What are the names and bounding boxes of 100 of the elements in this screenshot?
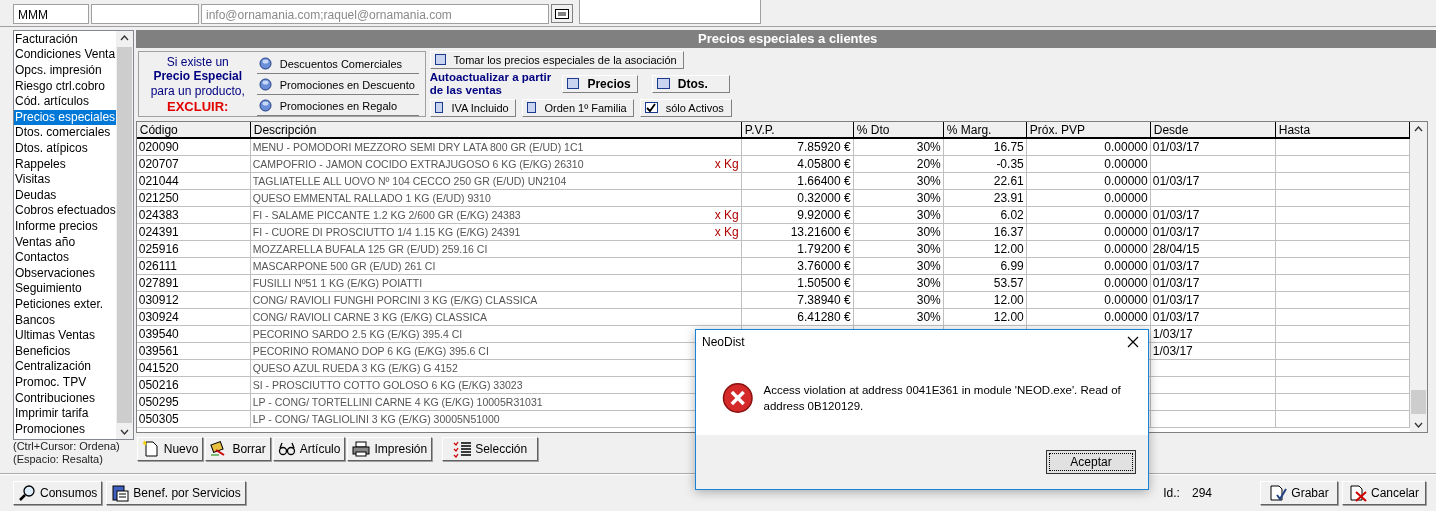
table-cell: 030924	[136, 308, 251, 326]
option-button[interactable]: Promociones en Regalo	[256, 96, 419, 116]
table-cell: 6.02	[943, 206, 1027, 224]
sidebar-item[interactable]: Cobros efectuados	[14, 203, 116, 219]
table-cell: 050295	[136, 393, 251, 411]
checkbox-button[interactable]: IVA Incluido	[429, 98, 516, 117]
checkbox-button[interactable]: Dtos.	[651, 74, 730, 93]
panel-title-bar: Precios especiales a clientes	[135, 29, 1436, 48]
scroll-thumb[interactable]	[116, 46, 132, 423]
text-field[interactable]	[91, 4, 199, 24]
id-value: 294	[1191, 486, 1212, 501]
sidebar-item[interactable]: Dtos. comerciales	[14, 125, 116, 142]
sidebar-item[interactable]: Visitas	[14, 172, 116, 188]
table-cell: 030912	[136, 291, 251, 309]
sidebar-item[interactable]: Informe precios	[14, 219, 116, 235]
document-check-icon	[1269, 484, 1288, 503]
column-header[interactable]: Desde	[1150, 121, 1276, 139]
table-cell: 6.41280 €	[741, 308, 854, 326]
sidebar-item[interactable]: Contactos	[14, 250, 116, 266]
table-cell: 30%	[853, 240, 944, 258]
sidebar-item[interactable]: Promociones	[14, 421, 116, 438]
cancel-button[interactable]: Cancelar	[1342, 481, 1426, 506]
memo-field[interactable]	[579, 0, 761, 24]
sidebar-item[interactable]: Riesgo ctrl.cobro	[14, 78, 116, 95]
email-button[interactable]	[551, 4, 573, 23]
sidebar-item[interactable]: Deudas	[14, 187, 116, 204]
sidebar-item[interactable]: Contribuciones	[14, 390, 116, 407]
sidebar-item[interactable]: Centralización	[14, 359, 116, 375]
sidebar-item[interactable]: Precios especiales	[14, 109, 116, 126]
sidebar-item[interactable]: Facturación	[14, 31, 116, 48]
table-cell: 12.00	[943, 291, 1027, 309]
id-label: Id.:	[1163, 486, 1180, 501]
table-cell: 039540	[136, 325, 251, 343]
scroll-thumb[interactable]	[1410, 389, 1426, 414]
sidebar-item[interactable]: Condiciones Venta	[14, 47, 116, 64]
autoupdate-label: Autoactualizar a partir de las ventas	[429, 70, 553, 97]
table-cell: 01/03/17	[1150, 257, 1276, 275]
sidebar-item[interactable]: Ventas año	[14, 234, 116, 251]
description-text: FI - SALAME PICCANTE 1.2 KG 2/600 GR (E/KG) 24383	[252, 207, 521, 222]
action-button[interactable]: Nuevo	[136, 436, 204, 461]
save-button[interactable]: Grabar	[1260, 481, 1338, 506]
table-cell: 026111	[136, 257, 251, 275]
option-button[interactable]: Descuentos Comerciales	[256, 54, 419, 74]
action-button[interactable]: Selección	[442, 436, 539, 461]
ok-button[interactable]: Aceptar	[1046, 450, 1136, 474]
description-text: TAGLIATELLE ALL UOVO Nº 104 CECCO 250 GR (E/UD) UN2104	[252, 173, 567, 188]
sidebar-item[interactable]: Peticiones exter.	[14, 297, 116, 313]
column-header[interactable]: Código	[136, 121, 251, 139]
checkbox-button[interactable]: sólo Activos	[639, 98, 732, 117]
sidebar-item[interactable]: Imprimir tarifa	[14, 406, 116, 422]
table-cell: 024391	[136, 223, 251, 241]
table-cell: 1.66400 €	[741, 172, 854, 190]
option-button[interactable]: Promociones en Descuento	[256, 75, 419, 95]
description-text: PECORINO ROMANO DOP 6 KG (E/KG) 395.6 CI	[252, 343, 489, 358]
action-button[interactable]: Artículo	[272, 436, 346, 461]
checkbox-button[interactable]: Tomar los precios especiales de la asociación	[429, 50, 684, 69]
table-cell: 30%	[853, 291, 944, 309]
sidebar-item[interactable]: Promoc. TPV	[14, 374, 116, 391]
sidebar-item[interactable]: Opcs. impresión	[14, 63, 116, 79]
column-header[interactable]: Descripción	[250, 121, 742, 139]
footer-button[interactable]: Consumos	[13, 481, 103, 506]
exclude-text: para un producto,	[149, 83, 246, 98]
table-cell: 1.79200 €	[741, 240, 854, 258]
email-field[interactable]: info@ornamania.com;raquel@ornamania.com	[201, 4, 549, 24]
checkbox-button[interactable]: Orden 1º Familia	[521, 98, 634, 117]
sidebar-item[interactable]: Dtos. atípicos	[14, 141, 116, 157]
column-header[interactable]: P.V.P.	[741, 121, 854, 139]
table-cell: 050216	[136, 376, 251, 394]
table-cell: 0.32000 €	[741, 189, 854, 207]
column-header[interactable]: % Marg.	[943, 121, 1027, 139]
table-cell: 22.61	[943, 172, 1027, 190]
checkbox-button[interactable]: Precios	[561, 74, 638, 93]
ball-icon	[258, 99, 272, 113]
action-button[interactable]: Impresión	[347, 436, 433, 461]
sidebar-item[interactable]: Observaciones	[14, 265, 116, 282]
code-field[interactable]: MMM	[13, 4, 89, 24]
column-header[interactable]: % Dto	[853, 121, 944, 139]
table-cell: 1/03/17	[1150, 342, 1276, 360]
table-cell: 0.00000	[1026, 155, 1151, 173]
column-header[interactable]: Próx. PVP	[1026, 121, 1151, 139]
sidebar-item[interactable]: Seguimiento	[14, 281, 116, 297]
scrollbar[interactable]	[115, 30, 133, 439]
sidebar-item[interactable]: Cód. artículos	[14, 94, 116, 110]
dialog-title: NeoDist	[702, 335, 745, 349]
envelope-icon	[555, 8, 569, 19]
footer-button[interactable]: Benef. por Servicios	[106, 481, 246, 506]
sidebar-item[interactable]: Ultimas Ventas	[14, 328, 116, 344]
sidebar-item[interactable]: Bancos	[14, 312, 116, 329]
sidebar-item[interactable]: Beneficios	[14, 343, 116, 360]
close-icon	[1127, 336, 1139, 348]
table-cell: 30%	[853, 257, 944, 275]
column-header[interactable]: Hasta	[1275, 121, 1410, 139]
printer-icon	[352, 439, 371, 458]
clipboard-icon	[111, 484, 130, 503]
sidebar-item[interactable]: Rappeles	[14, 156, 116, 173]
table-cell: 16.75	[943, 138, 1027, 156]
table-cell: 01/03/17	[1150, 274, 1276, 292]
table-cell: 30%	[853, 308, 944, 326]
checklist-icon	[453, 439, 472, 458]
action-button[interactable]: Borrar	[205, 436, 271, 461]
